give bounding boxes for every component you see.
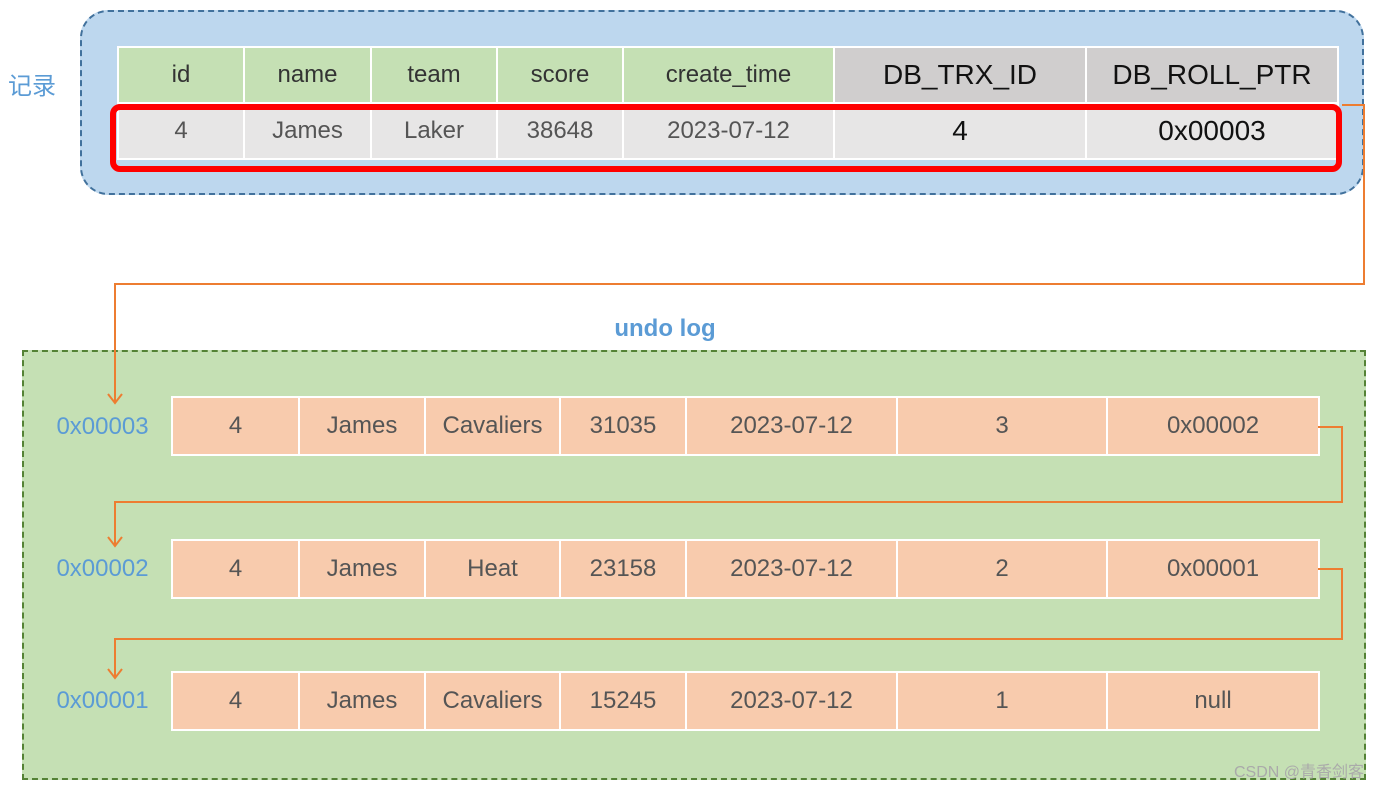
watermark: CSDN @青香剑客 [1233,764,1364,781]
roll-ptr-arrow-0x00003-to-0x00002 [114,426,1343,545]
roll-ptr-arrow-0x00002-to-0x00001 [114,568,1343,677]
roll-ptr-arrow-record-to-0x00003 [114,104,1365,402]
pointer-arrows [107,104,1365,680]
